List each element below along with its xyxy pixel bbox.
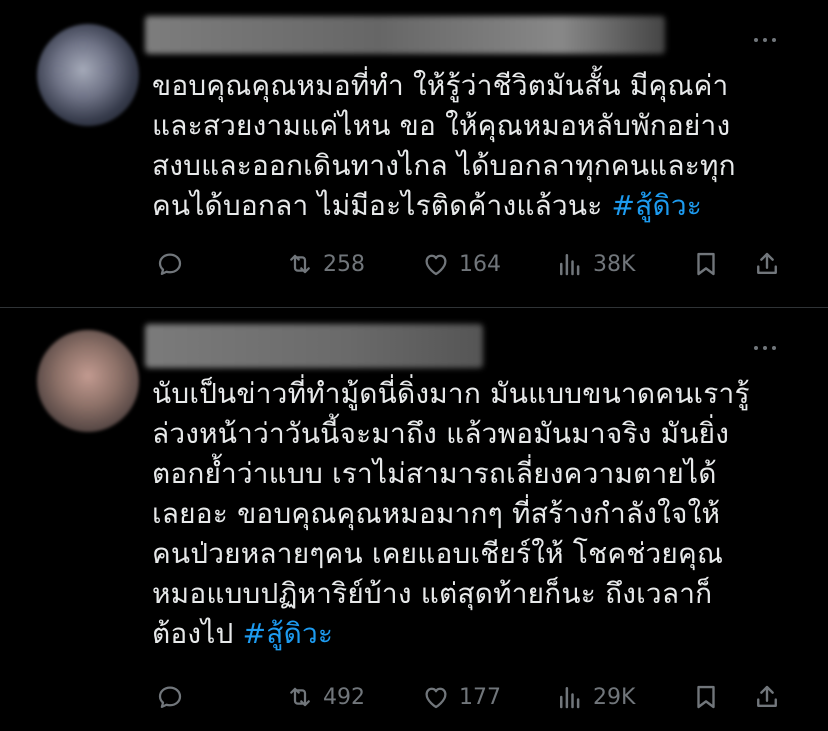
reply-button[interactable] (155, 677, 185, 717)
action-bar: 492 177 29K (0, 677, 828, 717)
more-icon[interactable] (754, 35, 784, 45)
heart-icon (425, 687, 447, 709)
divider (0, 307, 828, 308)
reply-button[interactable] (155, 244, 185, 284)
views-count: 29K (593, 684, 636, 710)
tweet-text-line: ต้องไป #สู้ดิวะ (152, 614, 812, 654)
tweet-text-fragment: ต้องไป (152, 617, 243, 650)
avatar[interactable] (37, 330, 139, 432)
retweet-count: 492 (323, 684, 365, 710)
tweet-text-line: ล่วงหน้าว่าวันนี้จะมาถึง แล้วพอมันมาจริง… (152, 417, 730, 450)
like-button[interactable]: 164 (421, 244, 501, 284)
share-icon (757, 685, 777, 707)
views-button[interactable]: 29K (555, 677, 635, 717)
tweet-text-line: คนได้บอกลา ไม่มีอะไรติดค้างแล้วนะ #สู้ดิ… (152, 186, 812, 226)
avatar[interactable] (37, 24, 139, 126)
tweet-text-line: และสวยงามแค่ไหน ขอ ให้คุณหมอหลับพักอย่าง (152, 109, 731, 142)
tweet-text: ขอบคุณคุณหมอที่ทำ ให้รู้ว่าชีวิตมันสั้น … (152, 66, 812, 226)
tweet-text-line: นับเป็นข่าวที่ทำมู้ดนี่ดิ่งมาก มันแบบขนา… (152, 377, 750, 410)
tweet-text-line: หมอแบบปฏิหาริย์บ้าง แต่สุดท้ายก็นะ ถึงเว… (152, 577, 713, 610)
views-count: 38K (593, 251, 636, 277)
bookmark-button[interactable] (691, 244, 721, 284)
hashtag-link[interactable]: #สู้ดิวะ (612, 189, 703, 222)
like-count: 164 (459, 251, 501, 277)
tweet-text-line: คนป่วยหลายๆคน เคยแอบเชียร์ให้ โชคช่วยคุณ (152, 537, 724, 570)
tweet-text-fragment: คนได้บอกลา ไม่มีอะไรติดค้างแล้วนะ (152, 189, 612, 222)
tweet-text: นับเป็นข่าวที่ทำมู้ดนี่ดิ่งมาก มันแบบขนา… (152, 374, 812, 654)
views-icon (560, 254, 580, 276)
tweet[interactable]: นับเป็นข่าวที่ทำมู้ดนี่ดิ่งมาก มันแบบขนา… (0, 309, 828, 731)
bookmark-icon (697, 252, 715, 276)
like-count: 177 (459, 684, 501, 710)
views-icon (560, 687, 580, 709)
tweet-text-line: ตอกย้ำว่าแบบ เราไม่สามารถเลี่ยงความตายได… (152, 457, 717, 490)
retweet-icon (290, 687, 310, 707)
like-button[interactable]: 177 (421, 677, 501, 717)
tweet-text-line: ขอบคุณคุณหมอที่ทำ ให้รู้ว่าชีวิตมันสั้น … (152, 69, 729, 102)
heart-icon (425, 254, 447, 276)
retweet-button[interactable]: 492 (285, 677, 365, 717)
retweet-count: 258 (323, 251, 365, 277)
tweet-text-line: สงบและออกเดินทางไกล ได้บอกลาทุกคนและทุก (152, 149, 736, 182)
blurred-username (145, 16, 665, 54)
hashtag-link[interactable]: #สู้ดิวะ (243, 617, 334, 650)
tweet-text-line: เลยอะ ขอบคุณคุณหมอมากๆ ที่สร้างกำลังใจให… (152, 497, 721, 530)
views-button[interactable]: 38K (555, 244, 635, 284)
reply-icon (158, 686, 182, 708)
blurred-username (145, 324, 483, 368)
reply-icon (158, 253, 182, 275)
share-icon (757, 252, 777, 274)
bookmark-button[interactable] (691, 677, 721, 717)
retweet-button[interactable]: 258 (285, 244, 365, 284)
share-button[interactable] (752, 244, 782, 284)
tweet[interactable]: ขอบคุณคุณหมอที่ทำ ให้รู้ว่าชีวิตมันสั้น … (0, 0, 828, 308)
bookmark-icon (697, 685, 715, 709)
more-icon[interactable] (754, 343, 784, 353)
retweet-icon (290, 254, 310, 274)
share-button[interactable] (752, 677, 782, 717)
action-bar: 258 164 38K (0, 244, 828, 284)
